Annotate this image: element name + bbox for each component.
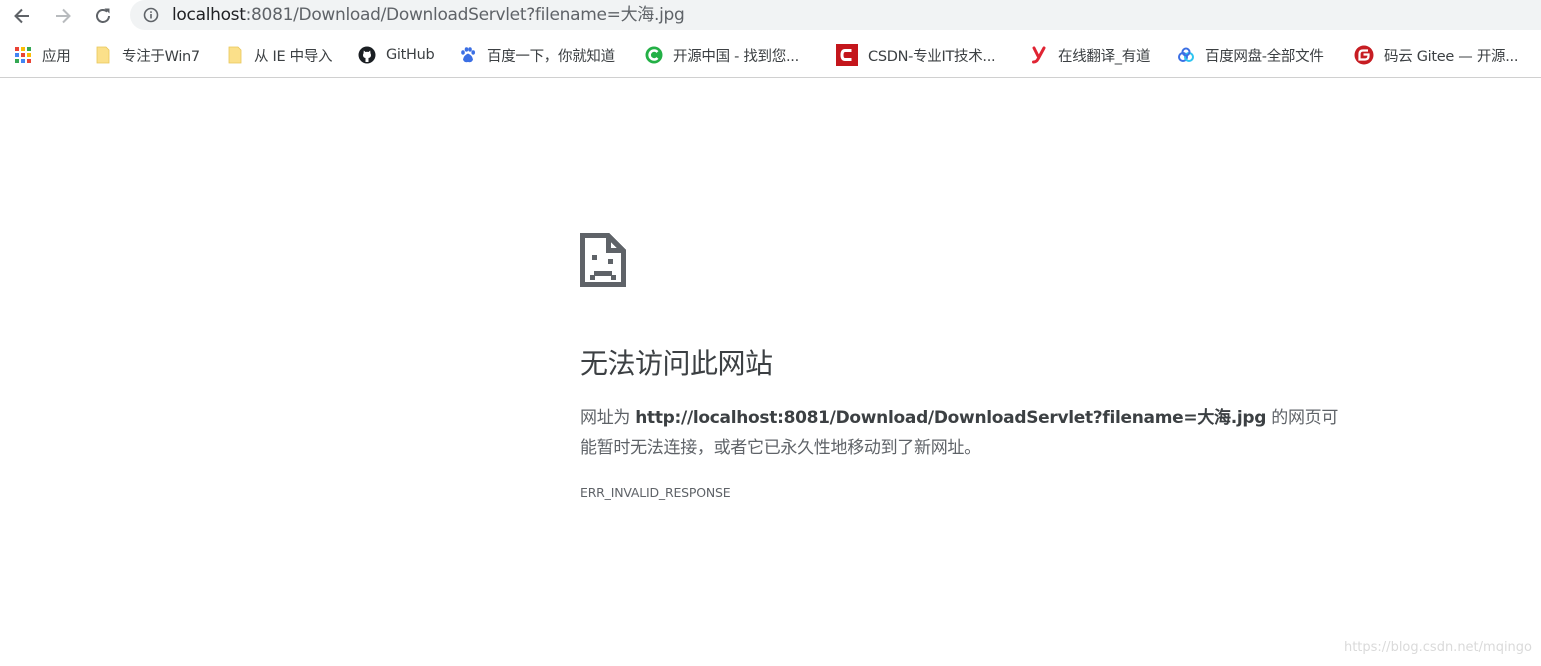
back-arrow-icon (14, 8, 29, 24)
youdao-icon (1030, 46, 1048, 64)
sad-page-icon (580, 233, 626, 287)
bookmark-label: 在线翻译_有道 (1058, 48, 1151, 65)
bookmark-label: 码云 Gitee — 开源... (1384, 48, 1519, 65)
error-code: ERR_INVALID_RESPONSE (580, 485, 731, 500)
reload-icon (96, 8, 110, 23)
bookmark-baidu-netdisk[interactable]: 百度网盘-全部文件 (1177, 44, 1324, 66)
folder-icon (226, 46, 244, 64)
back-button[interactable] (9, 3, 35, 29)
bookmark-label: 从 IE 中导入 (254, 48, 333, 65)
watermark: https://blog.csdn.net/mqingo (1343, 640, 1532, 655)
apps-grid-icon (14, 46, 32, 64)
bookmark-apps[interactable]: 应用 (14, 44, 71, 66)
bookmark-baidu[interactable]: 百度一下，你就知道 (459, 44, 615, 66)
bookmark-csdn[interactable]: CSDN-专业IT技术... (836, 44, 996, 66)
error-description: 网址为 http://localhost:8081/Download/Downl… (580, 403, 1340, 463)
baidu-netdisk-icon (1177, 46, 1195, 64)
reload-button[interactable] (90, 3, 116, 29)
error-title: 无法访问此网站 (580, 347, 773, 380)
url-path: :8081/Download/DownloadServlet?filename=… (245, 5, 685, 25)
info-icon[interactable] (143, 7, 159, 23)
gitee-icon (1354, 45, 1374, 65)
error-desc-prefix: 网址为 (580, 408, 636, 428)
bookmark-oschina[interactable]: 开源中国 - 找到您... (645, 44, 799, 66)
browser-toolbar: localhost:8081/Download/DownloadServlet?… (0, 0, 1541, 32)
oschina-icon (645, 46, 663, 64)
bookmark-label: CSDN-专业IT技术... (868, 48, 996, 65)
bookmark-ie-import[interactable]: 从 IE 中导入 (226, 44, 333, 66)
url-host: localhost (172, 5, 246, 25)
bookmark-gitee[interactable]: 码云 Gitee — 开源... (1354, 44, 1518, 66)
baidu-paw-icon (459, 46, 477, 64)
url-text[interactable]: localhost:8081/Download/DownloadServlet?… (172, 5, 685, 25)
bookmarks-bar: 应用 专注于Win7 从 IE 中导入 GitHub 百度一下，你就知道 开源中… (0, 32, 1541, 78)
bookmark-win7[interactable]: 专注于Win7 (94, 44, 200, 66)
bookmark-github[interactable]: GitHub (358, 44, 435, 66)
bookmark-label: 百度一下，你就知道 (487, 48, 615, 65)
bookmark-youdao[interactable]: 在线翻译_有道 (1030, 44, 1150, 66)
bookmark-label: 开源中国 - 找到您... (673, 48, 799, 65)
folder-icon (94, 46, 112, 64)
error-url: http://localhost:8081/Download/DownloadS… (635, 408, 1267, 428)
github-icon (358, 46, 376, 64)
forward-button[interactable] (50, 3, 76, 29)
bookmark-label: 专注于Win7 (122, 48, 200, 65)
forward-arrow-icon (56, 8, 71, 24)
bookmark-label: GitHub (386, 47, 435, 63)
bookmark-label: 百度网盘-全部文件 (1205, 48, 1324, 65)
bookmark-label: 应用 (42, 48, 71, 65)
address-bar[interactable]: localhost:8081/Download/DownloadServlet?… (130, 0, 1541, 30)
csdn-icon (836, 44, 858, 66)
